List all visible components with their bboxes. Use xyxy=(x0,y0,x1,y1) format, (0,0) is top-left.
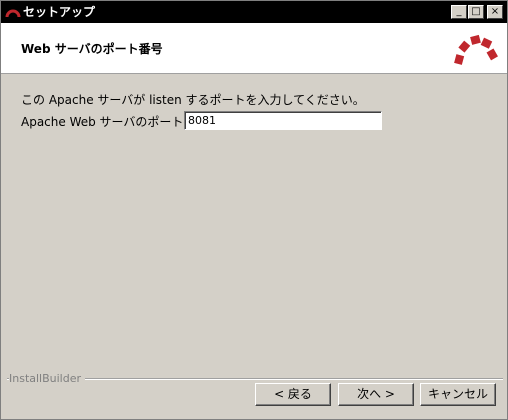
setup-window: セットアップ _ □ × Web サーバのポート番号 この Apache サーバ… xyxy=(0,0,508,420)
maximize-button[interactable]: □ xyxy=(468,5,484,19)
back-button[interactable]: < 戻る xyxy=(255,383,331,406)
port-field-label: Apache Web サーバのポート番号 xyxy=(21,115,208,129)
next-button[interactable]: 次へ > xyxy=(338,383,414,406)
bitnami-arc-logo-icon xyxy=(454,34,498,65)
description-text: この Apache サーバが listen するポートを入力してください。 xyxy=(21,93,365,107)
window-title: セットアップ xyxy=(23,5,96,19)
page-header: Web サーバのポート番号 xyxy=(1,23,507,74)
port-input[interactable] xyxy=(184,111,382,130)
cancel-button[interactable]: キャンセル xyxy=(420,383,496,406)
page-title: Web サーバのポート番号 xyxy=(21,42,163,56)
minimize-button[interactable]: _ xyxy=(451,5,467,19)
close-button[interactable]: × xyxy=(487,5,503,19)
installbuilder-brand: InstallBuilder xyxy=(9,372,86,385)
title-bar[interactable]: セットアップ _ □ × xyxy=(1,1,507,23)
app-icon xyxy=(5,9,21,18)
